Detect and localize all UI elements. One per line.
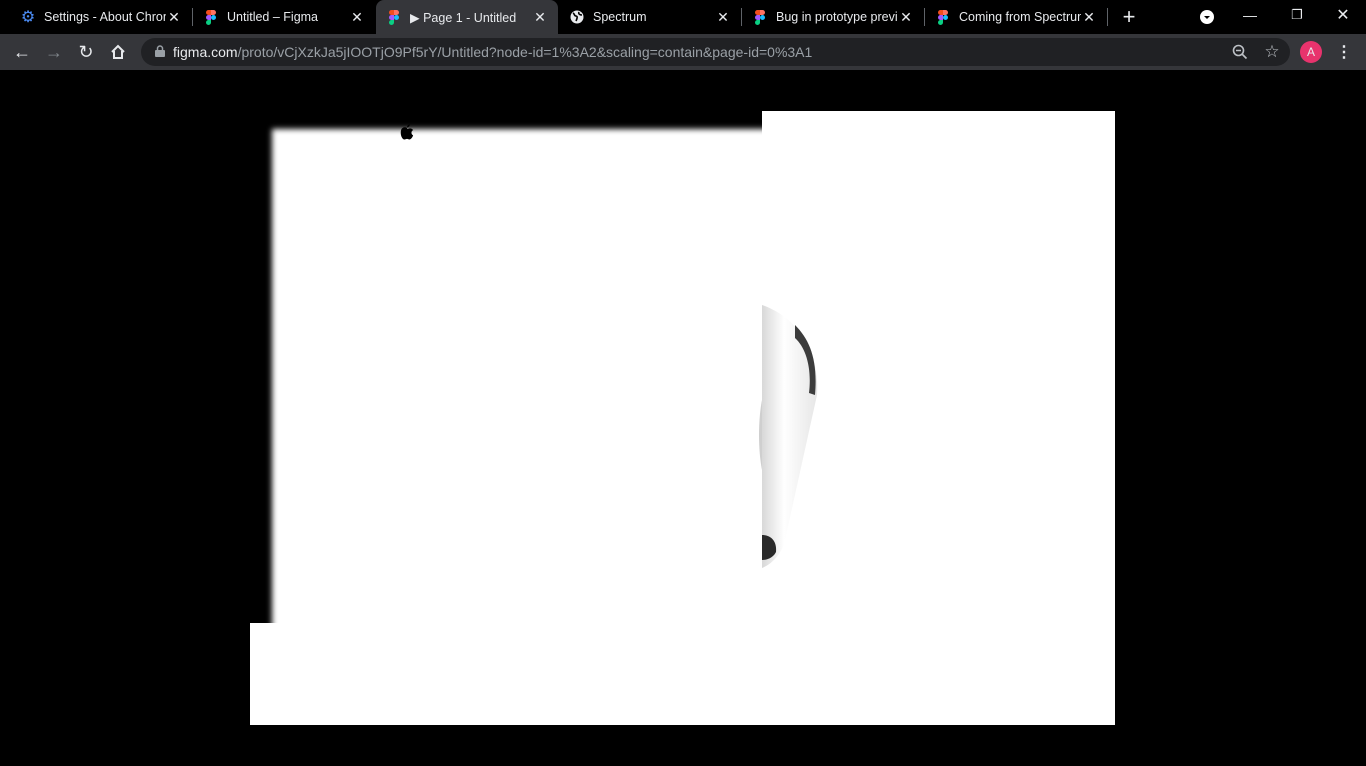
menu-kebab-icon[interactable]: ⋮: [1332, 40, 1356, 64]
reload-button[interactable]: ↻: [74, 40, 98, 64]
url-host: figma.com: [173, 44, 238, 60]
tab-divider: [1107, 8, 1108, 26]
zoom-icon[interactable]: [1228, 40, 1252, 64]
tab-search-button[interactable]: [1195, 5, 1219, 29]
tab-title: Bug in prototype preview: [776, 10, 898, 24]
tab-title: ▶ Page 1 - Untitled: [410, 10, 517, 25]
figma-icon: [386, 9, 402, 25]
tab-strip: ⚙ Settings - About Chrome ✕ Untitled – F…: [0, 0, 1366, 34]
gear-icon: ⚙: [20, 9, 36, 26]
home-button[interactable]: [106, 40, 130, 64]
tab-page-1-untitled[interactable]: ▶ Page 1 - Untitled ✕: [376, 0, 558, 34]
browser-toolbar: ← → ↻ figma.com/proto/vCjXzkJa5jIOOTjO9P…: [0, 34, 1366, 70]
globe-icon: [569, 9, 585, 25]
airpod-image: [759, 305, 818, 568]
tab-title: Spectrum: [593, 10, 647, 24]
close-window-button[interactable]: ✕: [1331, 3, 1355, 27]
address-bar[interactable]: figma.com/proto/vCjXzkJa5jIOOTjO9Pf5rY/U…: [141, 38, 1290, 66]
close-tab-icon[interactable]: ✕: [898, 9, 914, 26]
figma-icon: [752, 9, 768, 25]
tab-untitled-figma[interactable]: Untitled – Figma ✕: [193, 0, 375, 34]
apple-logo-icon: [400, 124, 414, 140]
forward-button[interactable]: →: [42, 40, 66, 64]
close-tab-icon[interactable]: ✕: [532, 9, 548, 26]
bookmark-star-icon[interactable]: ☆: [1260, 40, 1284, 64]
close-tab-icon[interactable]: ✕: [166, 9, 182, 26]
new-tab-button[interactable]: +: [1117, 4, 1141, 29]
figma-icon: [935, 9, 951, 25]
lock-icon: [155, 44, 165, 60]
close-tab-icon[interactable]: ✕: [349, 9, 365, 26]
tab-coming-from-spectrum[interactable]: Coming from Spectrum ✕: [925, 0, 1107, 34]
close-tab-icon[interactable]: ✕: [715, 9, 731, 26]
tab-settings[interactable]: ⚙ Settings - About Chrome ✕: [10, 0, 192, 34]
prototype-image-layer: [250, 111, 762, 623]
figma-icon: [203, 9, 219, 25]
minimize-button[interactable]: —: [1238, 3, 1262, 27]
restore-button[interactable]: ❐: [1285, 3, 1309, 27]
profile-avatar[interactable]: A: [1300, 41, 1322, 63]
url-path: /proto/vCjXzkJa5jIOOTjO9Pf5rY/Untitled?n…: [237, 44, 813, 60]
tab-spectrum[interactable]: Spectrum ✕: [559, 0, 741, 34]
tab-title: Coming from Spectrum: [959, 10, 1081, 24]
tab-title: Untitled – Figma: [227, 10, 319, 24]
tab-bug-in-prototype[interactable]: Bug in prototype preview ✕: [742, 0, 924, 34]
close-tab-icon[interactable]: ✕: [1081, 9, 1097, 26]
tab-title: Settings - About Chrome: [44, 10, 166, 24]
back-button[interactable]: ←: [10, 40, 34, 64]
